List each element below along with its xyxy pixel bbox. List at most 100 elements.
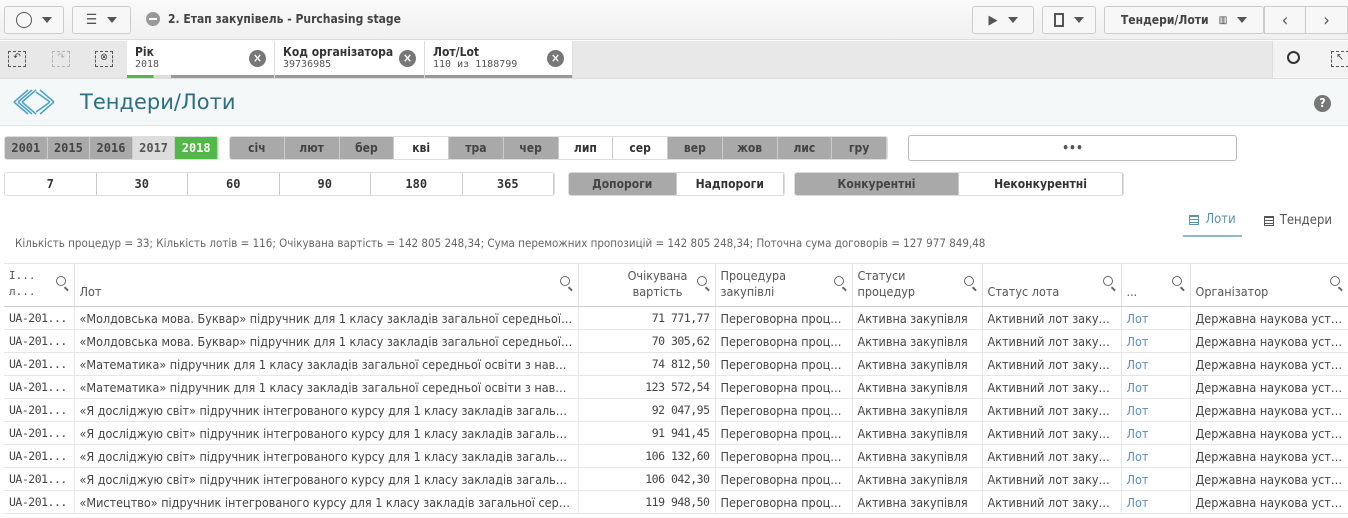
search-icon[interactable] bbox=[55, 276, 66, 286]
selections-tool-icon[interactable]: ↖ bbox=[1331, 51, 1348, 67]
summary-text: Кількість процедур = 33; Кількість лотів… bbox=[15, 236, 986, 250]
table-cell: Державна наукова установа bbox=[1190, 444, 1348, 468]
month-option-гру[interactable]: гру bbox=[832, 137, 887, 159]
column-header[interactable]: Очікувана вартість bbox=[578, 263, 716, 307]
year-option-2018[interactable]: 2018 bbox=[175, 137, 218, 159]
month-option-січ[interactable]: січ bbox=[230, 137, 285, 159]
step-forward-icon[interactable]: ↷ bbox=[52, 51, 70, 67]
lot-link[interactable]: Лот bbox=[1121, 467, 1191, 491]
global-menu-button[interactable]: ☰ bbox=[72, 6, 131, 34]
year-option-2015[interactable]: 2015 bbox=[47, 137, 91, 159]
compass-icon bbox=[16, 12, 32, 28]
search-icon[interactable] bbox=[1329, 276, 1340, 286]
days-option-365[interactable]: 365 bbox=[462, 173, 554, 195]
search-icon[interactable] bbox=[1102, 276, 1113, 286]
month-option-лип[interactable]: лип bbox=[558, 137, 614, 159]
threshold-option-Надпороги[interactable]: Надпороги bbox=[676, 173, 784, 195]
table-cell: 71 771,77 bbox=[578, 306, 716, 330]
month-option-лют[interactable]: лют bbox=[284, 137, 340, 159]
search-icon[interactable] bbox=[696, 276, 707, 286]
lot-link[interactable]: Лот bbox=[1121, 444, 1191, 468]
column-header[interactable]: Статус лота bbox=[982, 263, 1122, 307]
clear-selection-icon[interactable]: × bbox=[399, 50, 416, 67]
lot-link[interactable]: Лот bbox=[1121, 329, 1191, 353]
column-header[interactable]: ... bbox=[1121, 263, 1191, 307]
days-option-180[interactable]: 180 bbox=[371, 173, 463, 195]
lot-link[interactable]: Лот bbox=[1121, 490, 1191, 514]
search-icon[interactable] bbox=[1287, 51, 1300, 64]
month-option-кві[interactable]: кві bbox=[394, 137, 449, 159]
year-option-2017[interactable]: 2017 bbox=[132, 137, 176, 159]
table-row[interactable]: UA-201... «Я досліджую світ» підручник ін… bbox=[4, 421, 1348, 445]
column-header[interactable]: Організатор bbox=[1190, 263, 1348, 307]
table-cell: Активний лот закупівлі bbox=[982, 490, 1122, 514]
clear-all-selections-icon[interactable]: ⊗ bbox=[95, 51, 113, 67]
threshold-filter: Допороги Надпороги bbox=[568, 172, 785, 196]
search-icon[interactable] bbox=[1171, 276, 1182, 286]
sheet-selector-label: Тендери/Лоти bbox=[1120, 13, 1209, 27]
table-cell: Активний лот закупівлі bbox=[982, 375, 1122, 399]
previous-sheet-button[interactable]: ‹ bbox=[1264, 6, 1306, 34]
days-option-30[interactable]: 30 bbox=[96, 173, 188, 195]
navigation-menu-button[interactable] bbox=[4, 6, 64, 34]
chevron-down-icon bbox=[1237, 17, 1248, 23]
year-option-2001[interactable]: 2001 bbox=[5, 137, 48, 159]
column-header[interactable]: Статуси процедур bbox=[852, 263, 983, 307]
column-header[interactable]: Лот bbox=[74, 263, 579, 307]
lot-link[interactable]: Лот bbox=[1121, 421, 1191, 445]
year-option-2016[interactable]: 2016 bbox=[90, 137, 133, 159]
selection-field: Код організатора bbox=[283, 45, 394, 59]
table-row[interactable]: UA-201... «Я досліджую світ» підручник ін… bbox=[4, 444, 1348, 468]
month-option-лис[interactable]: лис bbox=[777, 137, 833, 159]
days-option-7[interactable]: 7 bbox=[5, 173, 97, 195]
lot-link[interactable]: Лот bbox=[1121, 375, 1191, 399]
table-row[interactable]: UA-201... «Математика» підручник для 1 кл… bbox=[4, 375, 1348, 399]
month-option-чер[interactable]: чер bbox=[503, 137, 559, 159]
step-back-icon[interactable]: ↶ bbox=[8, 51, 26, 67]
table-cell: Активна закупівля bbox=[852, 444, 983, 468]
days-filter: 7 30 60 90 180 365 bbox=[4, 172, 555, 196]
table-row[interactable]: UA-201... «Я досліджую світ» підручник ін… bbox=[4, 467, 1348, 491]
table-cell: 74 812,50 bbox=[578, 352, 716, 376]
bookmark-button[interactable] bbox=[1042, 6, 1096, 34]
column-header[interactable]: І... л... bbox=[4, 263, 75, 307]
column-header[interactable]: Процедура закупівлі bbox=[715, 263, 853, 307]
table-row[interactable]: UA-201... «Молдовська мова. Буквар» підру… bbox=[4, 306, 1348, 330]
chevron-down-icon bbox=[1074, 17, 1084, 23]
competition-option-Конкурентні[interactable]: Конкурентні bbox=[795, 173, 959, 195]
month-option-тра[interactable]: тра bbox=[449, 137, 504, 159]
sheet-selector-button[interactable]: Тендери/Лоти ▥ bbox=[1104, 6, 1264, 34]
table-row[interactable]: UA-201... «Я досліджую світ» підручник ін… bbox=[4, 398, 1348, 422]
selection-chip-year[interactable]: Рік 2018 × bbox=[127, 41, 275, 78]
month-option-вер[interactable]: вер bbox=[668, 137, 723, 159]
search-icon[interactable] bbox=[833, 276, 844, 286]
search-icon[interactable] bbox=[963, 276, 974, 286]
month-option-бер[interactable]: бер bbox=[339, 137, 395, 159]
table-icon bbox=[1263, 215, 1274, 226]
tab-lots[interactable]: Лоти bbox=[1183, 208, 1242, 237]
month-option-сер[interactable]: сер bbox=[613, 137, 668, 159]
help-icon[interactable]: ? bbox=[1314, 95, 1331, 112]
threshold-option-Допороги[interactable]: Допороги bbox=[569, 173, 677, 195]
next-sheet-button[interactable]: › bbox=[1305, 6, 1348, 34]
table-row[interactable]: UA-201... «Математика» підручник для 1 кл… bbox=[4, 352, 1348, 376]
selection-field: Лот/Lot bbox=[433, 45, 480, 59]
story-button[interactable]: ▶ bbox=[972, 6, 1034, 34]
competition-option-Неконкурентні[interactable]: Неконкурентні bbox=[959, 173, 1123, 195]
table-row[interactable]: UA-201... «Молдовська мова. Буквар» підру… bbox=[4, 329, 1348, 353]
column-header-label: Статуси процедур bbox=[857, 268, 916, 299]
days-option-60[interactable]: 60 bbox=[188, 173, 280, 195]
lot-link[interactable]: Лот bbox=[1121, 306, 1191, 330]
clear-selection-icon[interactable]: × bbox=[249, 50, 266, 67]
days-option-90[interactable]: 90 bbox=[279, 173, 371, 195]
lot-link[interactable]: Лот bbox=[1121, 352, 1191, 376]
table-row[interactable]: UA-201... «Мистецтво» підручник інтегрова… bbox=[4, 490, 1348, 514]
selection-chip-lot[interactable]: Лот/Lot 110 из 1188799 × bbox=[425, 41, 573, 78]
clear-selection-icon[interactable]: × bbox=[547, 50, 564, 67]
more-filter-button[interactable]: ••• bbox=[908, 135, 1237, 161]
search-icon[interactable] bbox=[559, 276, 570, 286]
selection-chip-organizer-code[interactable]: Код організатора 39736985 × bbox=[275, 41, 425, 78]
month-option-жов[interactable]: жов bbox=[722, 137, 778, 159]
tab-tenders[interactable]: Тендери bbox=[1258, 208, 1338, 237]
lot-link[interactable]: Лот bbox=[1121, 398, 1191, 422]
